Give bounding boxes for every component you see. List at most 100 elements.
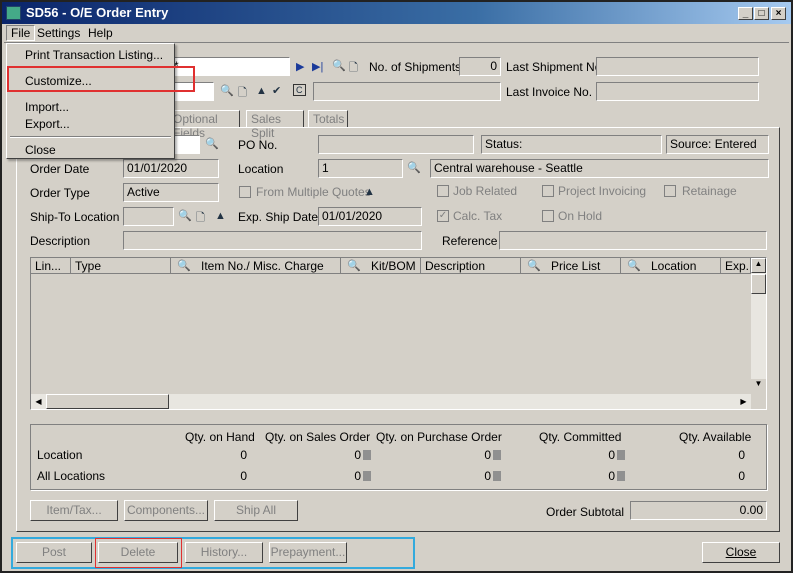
source-field: Source: Entered bbox=[666, 135, 769, 154]
tab-totals[interactable]: Totals bbox=[308, 110, 348, 128]
menu-item-close[interactable]: Close bbox=[25, 143, 56, 157]
search-icon[interactable]: 🔍 bbox=[178, 209, 192, 222]
order-date-field[interactable]: 01/01/2020 bbox=[123, 159, 219, 178]
new-document-icon[interactable]: 🗋 bbox=[349, 59, 358, 78]
po-field[interactable] bbox=[318, 135, 474, 154]
horizontal-scrollbar[interactable]: ◀ ▶ bbox=[31, 394, 751, 409]
column-exp[interactable]: Exp. bbox=[721, 258, 751, 274]
last-invoice-label: Last Invoice No. bbox=[506, 85, 593, 99]
last-shipment-label: Last Shipment No. bbox=[506, 60, 605, 74]
search-icon[interactable]: 🔍 bbox=[627, 259, 641, 272]
ship-to-location-field[interactable] bbox=[123, 207, 174, 226]
scroll-left-button[interactable]: ◀ bbox=[31, 394, 46, 409]
project-invoicing-checkbox[interactable] bbox=[542, 185, 554, 197]
ship-all-button[interactable]: Ship All bbox=[214, 500, 298, 521]
qty-header: Qty. Available bbox=[679, 430, 752, 444]
on-hold-checkbox[interactable] bbox=[542, 210, 554, 222]
minimize-button[interactable]: _ bbox=[738, 7, 753, 20]
drilldown-icon[interactable] bbox=[363, 450, 371, 460]
order-type-field[interactable]: Active bbox=[123, 183, 219, 202]
search-icon[interactable]: 🔍 bbox=[332, 59, 346, 72]
qty-value: 0 bbox=[608, 469, 615, 483]
menu-item-print-transaction-listing[interactable]: Print Transaction Listing... bbox=[25, 48, 163, 62]
column-item-no[interactable]: Item No./ Misc. Charge bbox=[171, 258, 341, 274]
row-label-location: Location bbox=[37, 448, 83, 462]
customer-name-field bbox=[313, 82, 501, 101]
drilldown-icon[interactable] bbox=[493, 450, 501, 460]
order-type-label: Order Type bbox=[30, 186, 90, 200]
last-icon[interactable]: ▶| bbox=[312, 60, 323, 73]
column-line[interactable]: Lin... bbox=[31, 258, 71, 274]
quantity-group: Qty. on Hand Qty. on Sales Order Qty. on… bbox=[30, 424, 767, 490]
search-icon[interactable]: 🔍 bbox=[347, 259, 361, 272]
vertical-scrollbar[interactable]: ▲ ▼ bbox=[751, 258, 766, 394]
retainage-label: Retainage bbox=[682, 184, 737, 198]
drilldown-icon[interactable] bbox=[363, 471, 371, 481]
search-icon[interactable]: 🔍 bbox=[407, 161, 421, 174]
scroll-right-button[interactable]: ▶ bbox=[736, 394, 751, 409]
highlight-box-red bbox=[7, 66, 195, 92]
scroll-thumb[interactable] bbox=[46, 394, 169, 409]
order-date-label: Order Date bbox=[30, 162, 90, 176]
window-title: SD56 - O/E Order Entry bbox=[26, 5, 169, 20]
ship-to-location-label: Ship-To Location bbox=[30, 210, 120, 224]
qty-value: 0 bbox=[738, 448, 745, 462]
qty-header: Qty. Committed bbox=[539, 430, 622, 444]
retainage-checkbox[interactable] bbox=[664, 185, 676, 197]
drilldown-icon[interactable] bbox=[617, 471, 625, 481]
tab-optional-fields[interactable]: Optional Fields bbox=[168, 110, 240, 140]
reference-label: Reference bbox=[442, 234, 498, 248]
customer-info-icon[interactable]: C bbox=[293, 84, 306, 96]
column-description[interactable]: Description bbox=[421, 258, 521, 274]
search-icon[interactable]: 🔍 bbox=[527, 259, 541, 272]
no-of-shipments-label: No. of Shipments bbox=[369, 60, 462, 74]
drilldown-icon[interactable] bbox=[617, 450, 625, 460]
location-description-field: Central warehouse - Seattle bbox=[430, 159, 769, 178]
on-hold-label: On Hold bbox=[558, 209, 603, 223]
search-icon[interactable]: 🔍 bbox=[177, 259, 191, 272]
next-icon[interactable]: ▶ bbox=[296, 60, 304, 73]
tab-sales-split[interactable]: Sales Split bbox=[246, 110, 304, 140]
reference-field[interactable] bbox=[499, 231, 767, 250]
qty-header: Qty. on Purchase Order bbox=[376, 430, 502, 444]
job-related-checkbox[interactable] bbox=[437, 185, 449, 197]
up-arrow-icon[interactable]: ▲ bbox=[364, 186, 375, 198]
scroll-up-button[interactable]: ▲ bbox=[751, 258, 766, 273]
components-button[interactable]: Components... bbox=[124, 500, 208, 521]
menu-help[interactable]: Help bbox=[88, 26, 113, 40]
exp-ship-date-field[interactable]: 01/01/2020 bbox=[318, 207, 422, 226]
check-icon[interactable]: ✔ bbox=[272, 84, 281, 97]
search-icon[interactable]: 🔍 bbox=[205, 137, 219, 150]
no-of-shipments-field: 0 bbox=[459, 57, 501, 76]
title-bar: SD56 - O/E Order Entry _ □ × bbox=[2, 2, 791, 24]
order-details-grid[interactable]: Lin... Type Item No./ Misc. Charge 🔍 Kit… bbox=[30, 257, 767, 410]
new-document-icon[interactable]: 🗋 bbox=[196, 209, 205, 228]
new-document-icon[interactable]: 🗋 bbox=[238, 84, 247, 103]
maximize-button[interactable]: □ bbox=[754, 7, 769, 20]
location-label: Location bbox=[238, 162, 284, 176]
scroll-down-button[interactable]: ▼ bbox=[751, 379, 766, 394]
search-icon[interactable]: 🔍 bbox=[220, 84, 234, 97]
description-label: Description bbox=[30, 234, 91, 248]
last-invoice-field bbox=[596, 82, 759, 101]
menu-item-export[interactable]: Export... bbox=[25, 117, 70, 131]
file-menu: Print Transaction Listing... Customize..… bbox=[6, 43, 175, 159]
calc-tax-checkbox[interactable]: ✓ bbox=[437, 210, 449, 222]
up-arrow-icon[interactable]: ▲ bbox=[256, 85, 267, 97]
close-window-button[interactable]: × bbox=[771, 7, 786, 20]
scroll-thumb[interactable] bbox=[751, 274, 766, 294]
menu-settings[interactable]: Settings bbox=[37, 26, 80, 40]
drilldown-icon[interactable] bbox=[493, 471, 501, 481]
menu-file[interactable]: File bbox=[6, 25, 36, 41]
description-field[interactable] bbox=[123, 231, 422, 250]
location-field[interactable]: 1 bbox=[318, 159, 403, 178]
close-button[interactable]: Close bbox=[702, 542, 780, 563]
column-type[interactable]: Type bbox=[71, 258, 171, 274]
from-multiple-quotes-label: From Multiple Quotes bbox=[256, 185, 371, 199]
order-subtotal-label: Order Subtotal bbox=[546, 505, 625, 519]
item-tax-button[interactable]: Item/Tax... bbox=[30, 500, 118, 521]
menu-item-import[interactable]: Import... bbox=[25, 100, 69, 114]
row-label-all-locations: All Locations bbox=[37, 469, 106, 483]
up-arrow-icon[interactable]: ▲ bbox=[215, 210, 226, 222]
from-multiple-quotes-checkbox[interactable] bbox=[239, 186, 251, 198]
